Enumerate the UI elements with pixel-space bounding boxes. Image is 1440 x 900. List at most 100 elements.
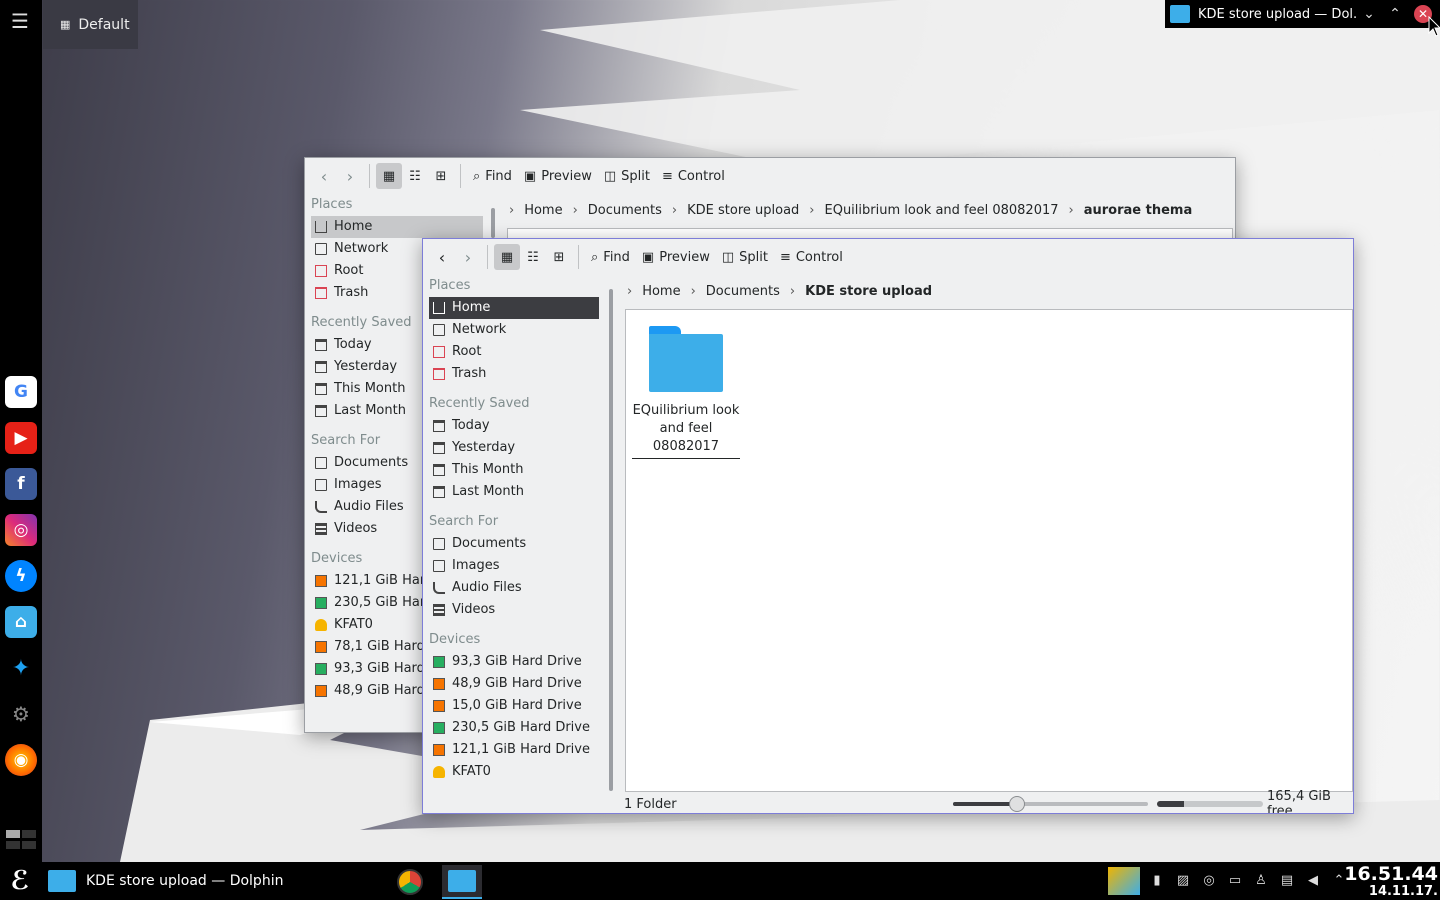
zoom-slider-handle[interactable] [1009,796,1026,812]
icons-view-button[interactable]: ▦ [376,163,402,189]
device-item[interactable]: KFAT0 [423,761,601,783]
user-icon[interactable]: ♙ [1252,873,1270,889]
display-icon[interactable]: ▭ [1226,873,1244,889]
clock-date: 14.11.17. [1368,884,1438,899]
breadcrumb-item[interactable]: KDE store upload [687,203,799,218]
place-label: Network [334,241,389,256]
search-audio[interactable]: Audio Files [423,577,601,599]
facebook-icon[interactable]: f [5,468,37,500]
details-view-button[interactable]: ⊞ [428,163,454,189]
back-button[interactable]: ‹ [311,163,337,189]
split-button[interactable]: ◫ Split [716,244,774,270]
menu-icon[interactable]: ☰ [11,11,31,31]
places-scrollbar[interactable] [609,289,613,791]
recent-last-month[interactable]: Last Month [423,481,601,503]
chevron-right-icon: › [690,283,696,299]
clipboard-icon[interactable]: ▤ [1278,873,1296,889]
zoom-slider[interactable] [953,796,1148,812]
control-button[interactable]: ≡ Control [656,163,731,189]
device-label: 230,5 GiB Hard Drive [452,720,590,735]
active-window-title[interactable]: KDE store upload — Dol... [1198,7,1356,22]
maximize-icon[interactable]: ⌃ [1382,6,1408,22]
preview-button[interactable]: ▣ Preview [636,244,716,270]
search-videos[interactable]: Videos [423,599,601,621]
home-folder-icon[interactable]: ⌂ [5,606,37,638]
volume-icon[interactable]: ◀ [1304,873,1322,889]
breadcrumb-item[interactable]: Documents [588,203,662,218]
search-icon: ⌕ [473,168,481,184]
clock[interactable]: 16.51.44 14.11.17. [1344,864,1438,900]
app-tray-icon[interactable] [1108,867,1140,895]
breadcrumb-item[interactable]: Home [642,284,680,299]
separator [487,245,488,269]
device-item[interactable]: 121,1 GiB Hard Drive [423,739,601,761]
kde-icon[interactable]: ⚙ [5,698,37,730]
control-button[interactable]: ≡ Control [774,244,849,270]
find-button[interactable]: ⌕ Find [467,163,518,189]
firefox-icon[interactable]: ◉ [5,744,37,776]
screenshot-icon[interactable]: ▨ [1174,873,1192,889]
instagram-icon[interactable]: ◎ [5,514,37,546]
recent-this-month[interactable]: This Month [423,459,601,481]
music-note-icon [433,582,445,594]
messenger-icon[interactable]: ϟ [5,560,37,592]
breadcrumb-item[interactable]: Documents [706,284,780,299]
breadcrumb-current[interactable]: aurorae thema [1084,203,1193,218]
active-window-bar: KDE store upload — Dol... ⌄ ⌃ ✕ [1165,0,1440,28]
twitter-icon[interactable]: ✦ [5,652,37,684]
chevron-right-icon: › [671,202,678,218]
recent-today[interactable]: Today [423,415,601,437]
compact-view-button[interactable]: ☷ [402,163,428,189]
split-button[interactable]: ◫ Split [598,163,656,189]
forward-button[interactable]: › [455,244,481,270]
search-images[interactable]: Images [423,555,601,577]
app-launcher-icon[interactable]: ℰ [2,865,38,897]
place-network[interactable]: Network [423,319,601,341]
folder-label-line: and feel [659,421,713,436]
compact-view-button[interactable]: ☷ [520,244,546,270]
calendar-icon [433,486,445,498]
update-icon[interactable]: ◎ [1200,873,1218,889]
find-button[interactable]: ⌕ Find [585,244,636,270]
place-label: Home [334,219,373,234]
google-chrome-icon[interactable]: G [5,376,37,408]
folder-item[interactable]: EQuilibrium look and feel 08082017 [632,326,740,459]
activity-switcher[interactable]: ▦ Default [43,0,138,49]
folder-icon [1170,5,1190,23]
battery-icon[interactable]: ▮ [1148,873,1166,889]
find-label: Find [603,249,630,265]
recent-yesterday[interactable]: Yesterday [423,437,601,459]
chevron-down-icon[interactable]: ⌄ [1356,6,1382,22]
place-root[interactable]: Root [423,341,601,363]
chrome-pin[interactable] [390,865,430,899]
device-item[interactable]: 15,0 GiB Hard Drive [423,695,601,717]
places-scrollbar[interactable] [491,208,495,238]
calendar-icon [433,464,445,476]
device-item[interactable]: 93,3 GiB Hard Drive [423,651,601,673]
breadcrumb-item[interactable]: EQuilibrium look and feel 08082017 [825,203,1059,218]
forward-button[interactable]: › [337,163,363,189]
task-dolphin[interactable]: KDE store upload — Dolphin [44,862,283,900]
chevron-right-icon: › [809,202,815,218]
hard-drive-icon [433,656,445,668]
breadcrumb-item[interactable]: Home [524,203,562,218]
youtube-icon[interactable]: ▶ [5,422,37,454]
search-documents[interactable]: Documents [423,533,601,555]
device-item[interactable]: 230,5 GiB Hard Drive [423,717,601,739]
place-trash[interactable]: Trash [423,363,601,385]
breadcrumb-current[interactable]: KDE store upload [805,284,932,299]
icons-view-button[interactable]: ▦ [494,244,520,270]
dolphin-pin[interactable] [442,865,482,899]
preview-button[interactable]: ▣ Preview [518,163,598,189]
pager-icon[interactable] [4,828,38,854]
separator [369,164,370,188]
back-button[interactable]: ‹ [429,244,455,270]
film-icon [433,604,445,616]
details-view-button[interactable]: ⊞ [546,244,572,270]
file-view[interactable]: EQuilibrium look and feel 08082017 [625,309,1353,792]
place-label: This Month [452,462,524,477]
place-home[interactable]: Home [311,216,483,238]
device-item[interactable]: 48,9 GiB Hard Drive [423,673,601,695]
place-home[interactable]: Home [429,297,599,319]
calendar-icon [315,361,327,373]
